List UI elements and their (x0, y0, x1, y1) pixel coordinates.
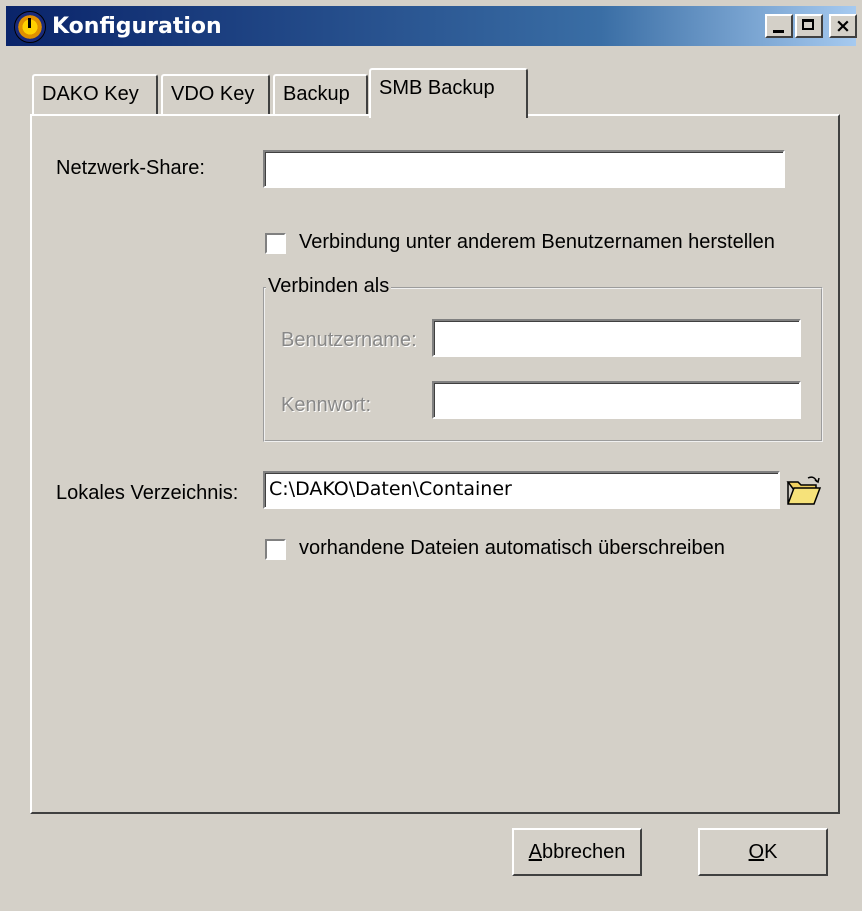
close-icon: × (835, 15, 851, 37)
window-title: Konfiguration (52, 14, 222, 39)
config-window: Konfiguration × DAKO Key VDO Key Backup … (0, 0, 862, 911)
tab-label: SMB Backup (379, 77, 495, 99)
local-directory-label: Lokales Verzeichnis: (56, 482, 239, 504)
ok-accel: O (748, 841, 765, 863)
tab-label: VDO Key (171, 83, 255, 105)
username-input[interactable] (432, 319, 801, 357)
folder-open-icon[interactable] (784, 474, 824, 510)
maximize-button[interactable] (795, 14, 823, 38)
cancel-label: bbrechen (541, 841, 626, 863)
cancel-button[interactable]: Abbrechen (512, 828, 642, 876)
tab-label: Backup (283, 83, 350, 105)
ok-button[interactable]: OK (698, 828, 828, 876)
tab-panel (30, 114, 840, 814)
tab-smb-backup[interactable]: SMB Backup (369, 68, 528, 118)
network-share-label: Netzwerk-Share: (56, 157, 205, 179)
title-bar[interactable]: Konfiguration × (6, 6, 857, 46)
password-label: Kennwort: (281, 394, 372, 416)
connect-as-group-title: Verbinden als (266, 275, 392, 298)
connect-other-user-label[interactable]: Verbindung unter anderem Benutzernamen h… (299, 231, 775, 254)
overwrite-label[interactable]: vorhandene Dateien automatisch überschre… (299, 537, 725, 560)
password-input[interactable] (432, 381, 801, 419)
username-label: Benutzername: (281, 329, 417, 351)
local-directory-input[interactable]: C:\DAKO\Daten\Container (263, 471, 780, 509)
network-share-input[interactable] (263, 150, 785, 188)
tab-label: DAKO Key (42, 83, 139, 105)
cancel-accel: A (528, 841, 542, 863)
minimize-button[interactable] (765, 14, 793, 38)
overwrite-checkbox[interactable] (265, 539, 286, 560)
connect-other-user-checkbox[interactable] (265, 233, 286, 254)
tab-vdo-key[interactable]: VDO Key (161, 74, 270, 114)
ok-label: K (764, 841, 778, 863)
app-clock-icon (14, 11, 46, 43)
close-button[interactable]: × (829, 14, 857, 38)
tab-dako-key[interactable]: DAKO Key (32, 74, 158, 114)
tab-backup[interactable]: Backup (273, 74, 368, 114)
